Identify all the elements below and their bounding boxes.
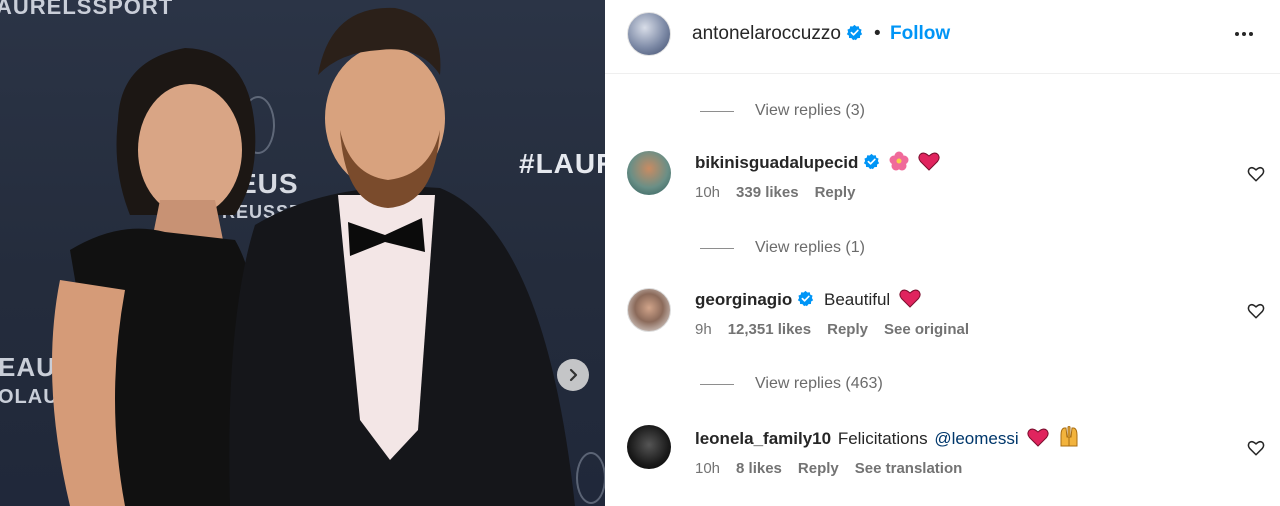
verified-badge-icon xyxy=(864,153,880,170)
like-comment-button[interactable] xyxy=(1247,302,1267,322)
view-replies-label: View replies (3) xyxy=(755,102,865,119)
post-header: antonelaroccuzzo • Follow xyxy=(605,0,1280,74)
comment: bikinisguadalupecid 10h 339 likes Reply xyxy=(627,151,1265,211)
view-replies-label: View replies (463) xyxy=(755,375,883,392)
like-comment-button[interactable] xyxy=(1247,165,1267,185)
chevron-right-icon xyxy=(569,368,578,382)
comment-meta: 10h 8 likes Reply See translation xyxy=(695,460,1217,477)
post-photo: AURELSSPORT #LAUR EUS REUSSPORT EAU OLAU… xyxy=(0,0,605,506)
reply-button[interactable]: Reply xyxy=(815,184,856,201)
commenter-username[interactable]: georginagio xyxy=(695,290,792,309)
replies-divider xyxy=(700,247,734,249)
raised-hands-icon xyxy=(1060,426,1078,447)
author-username[interactable]: antonelaroccuzzo xyxy=(692,23,841,44)
author-avatar[interactable] xyxy=(627,12,671,56)
commenter-avatar[interactable] xyxy=(627,425,671,469)
commenter-avatar[interactable] xyxy=(627,288,671,332)
heart-outline-icon xyxy=(1247,303,1265,319)
view-replies-button[interactable]: View replies (3) xyxy=(700,100,865,122)
see-original-button[interactable]: See original xyxy=(884,321,969,338)
commenter-username[interactable]: bikinisguadalupecid xyxy=(695,153,858,172)
comment-likes[interactable]: 8 likes xyxy=(736,460,782,477)
next-photo-button[interactable] xyxy=(557,359,589,391)
comment-time: 10h xyxy=(695,184,721,201)
comment-likes[interactable]: 12,351 likes xyxy=(728,321,811,338)
heart-outline-icon xyxy=(1247,166,1265,182)
more-options-button[interactable] xyxy=(1231,22,1257,46)
comment-text: Beautiful xyxy=(824,290,891,309)
mention-link[interactable]: @leomessi xyxy=(934,429,1018,448)
commenter-username[interactable]: leonela_family10 xyxy=(695,429,831,448)
comment-body: leonela_family10 Felicitations @leomessi… xyxy=(695,425,1217,477)
photo-figures xyxy=(52,7,576,506)
follow-button[interactable]: Follow xyxy=(890,23,950,45)
replies-divider xyxy=(700,110,734,112)
comment-likes[interactable]: 339 likes xyxy=(736,184,799,201)
header-separator: • xyxy=(874,23,881,44)
comment-line: georginagio Beautiful xyxy=(695,288,1217,312)
more-horizontal-icon xyxy=(1235,32,1253,36)
comment-meta: 9h 12,351 likes Reply See original xyxy=(695,321,1217,338)
comment-body: georginagio Beautiful 9h 12,351 likes Re… xyxy=(695,288,1217,338)
comments-panel: antonelaroccuzzo • Follow View replies (… xyxy=(605,0,1280,506)
like-comment-button[interactable] xyxy=(1247,439,1267,459)
reply-button[interactable]: Reply xyxy=(798,460,839,477)
comment-time: 9h xyxy=(695,321,712,338)
view-replies-label: View replies (1) xyxy=(755,239,865,256)
comment-meta: 10h 339 likes Reply xyxy=(695,184,1217,201)
reply-button[interactable]: Reply xyxy=(827,321,868,338)
view-replies-button[interactable]: View replies (1) xyxy=(700,237,865,259)
verified-badge-icon xyxy=(846,24,863,41)
comment-text: Felicitations xyxy=(837,429,928,448)
comment-line: leonela_family10 Felicitations @leomessi xyxy=(695,425,1217,451)
author-username-group: antonelaroccuzzo xyxy=(692,23,863,45)
verified-badge-icon xyxy=(798,290,814,307)
hibiscus-icon xyxy=(889,151,909,171)
comment-body: bikinisguadalupecid 10h 339 likes Reply xyxy=(695,151,1217,201)
comment-time: 10h xyxy=(695,460,721,477)
comment: georginagio Beautiful 9h 12,351 likes Re… xyxy=(627,288,1265,348)
heart-icon xyxy=(899,289,921,308)
heart-icon xyxy=(918,152,940,171)
heart-outline-icon xyxy=(1247,440,1265,456)
heart-icon xyxy=(1027,428,1050,447)
comment: leonela_family10 Felicitations @leomessi… xyxy=(627,425,1265,485)
comment-line: bikinisguadalupecid xyxy=(695,151,1217,175)
view-replies-button[interactable]: View replies (463) xyxy=(700,373,883,395)
commenter-avatar[interactable] xyxy=(627,151,671,195)
see-translation-button[interactable]: See translation xyxy=(855,460,963,477)
replies-divider xyxy=(700,383,734,385)
